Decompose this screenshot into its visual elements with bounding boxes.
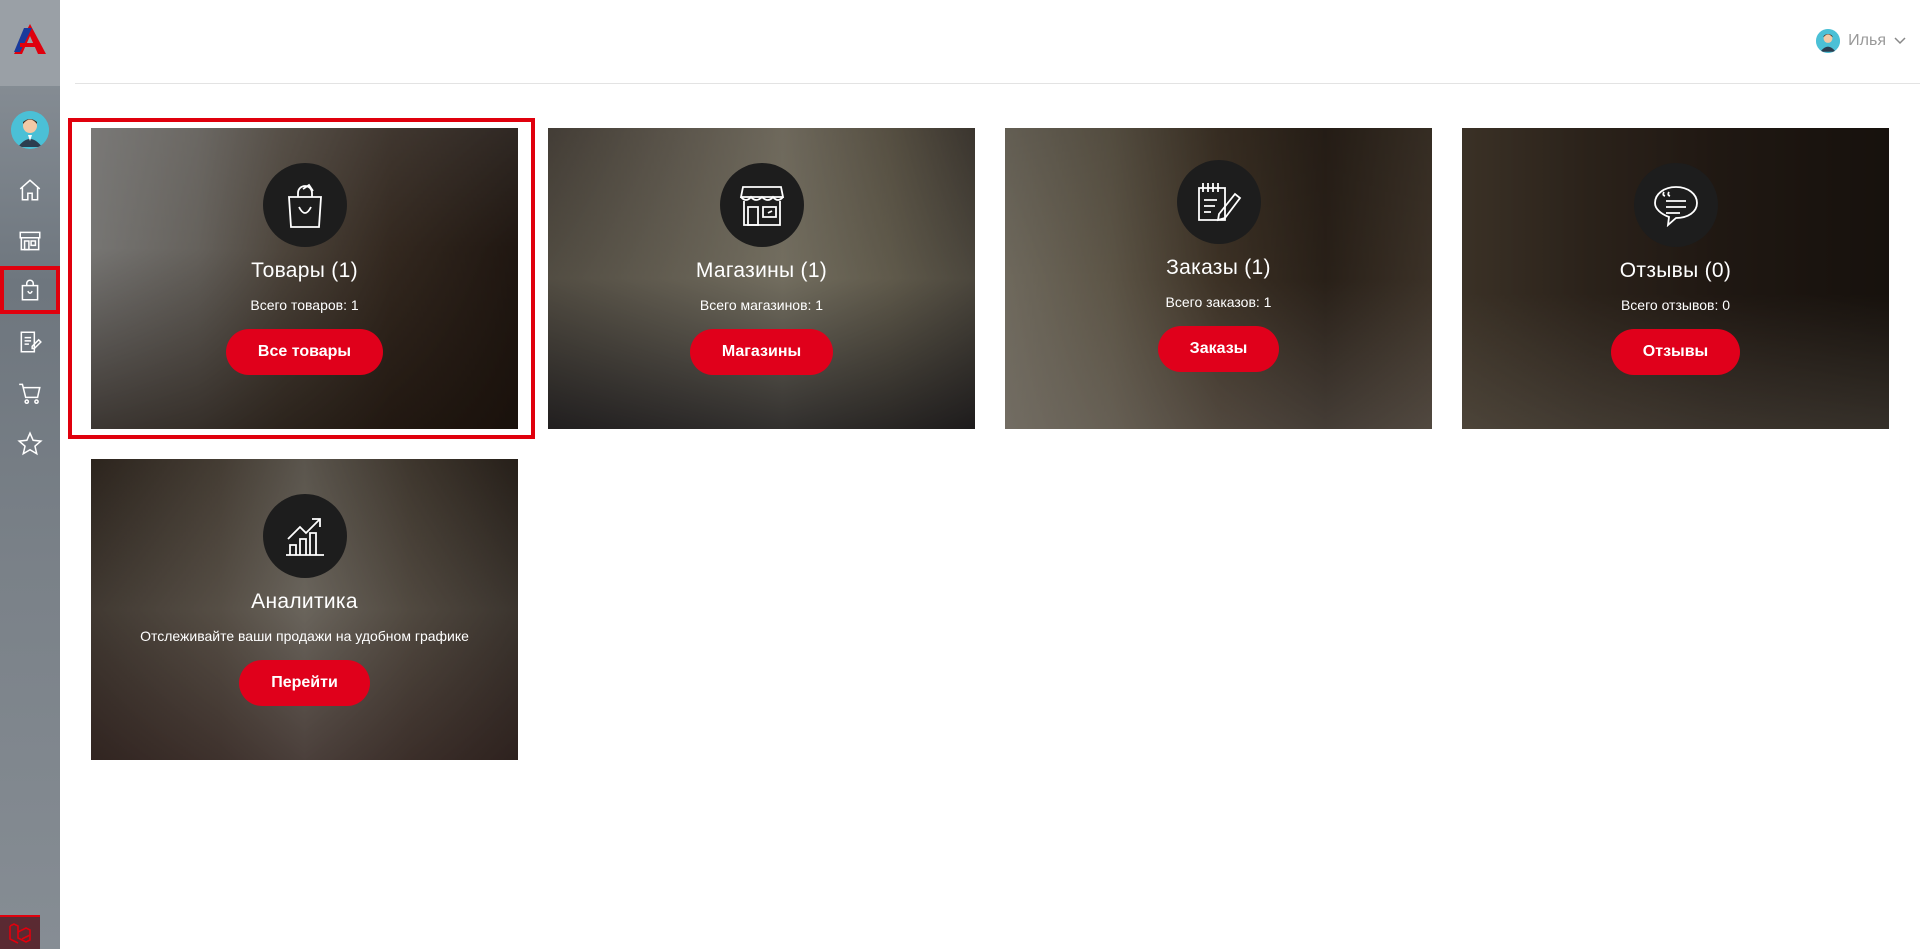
home-icon <box>19 179 41 201</box>
cart-icon <box>19 383 41 405</box>
card-products: Товары (1) Всего товаров: 1 Все товары <box>91 128 518 429</box>
card-title: Заказы (1) <box>1166 256 1271 279</box>
card-subtitle: Всего отзывов: 0 <box>1620 297 1731 313</box>
chevron-down-icon <box>1894 37 1906 45</box>
card-orders: Заказы (1) Всего заказов: 1 Заказы <box>1005 128 1432 429</box>
stores-icon-circle <box>719 163 804 247</box>
top-header: Илья <box>75 0 1920 84</box>
user-menu[interactable]: Илья <box>1816 29 1906 53</box>
chat-bubble-icon <box>1653 186 1698 227</box>
user-name: Илья <box>1848 32 1886 49</box>
card-subtitle: Всего магазинов: 1 <box>699 297 824 313</box>
sidebar <box>0 0 60 949</box>
reviews-button[interactable]: Отзывы <box>1610 329 1741 375</box>
card-title: Отзывы (0) <box>1619 259 1732 282</box>
avatar[interactable] <box>11 111 49 149</box>
framework-logo <box>0 915 40 949</box>
user-avatar <box>1816 29 1841 53</box>
user-avatar-icon <box>1816 29 1841 53</box>
sidebar-item-stores[interactable] <box>0 217 60 265</box>
card-analytics: Аналитика Отслеживайте ваши продажи на у… <box>91 459 518 760</box>
card-title: Магазины (1) <box>695 259 828 282</box>
orders-icon-circle <box>1176 160 1261 244</box>
star-icon <box>17 431 43 456</box>
shopping-bag-icon <box>287 183 322 228</box>
store-icon <box>19 231 41 251</box>
shopping-bag-icon <box>21 279 39 301</box>
order-edit-icon <box>1197 183 1241 222</box>
store-icon <box>739 186 784 226</box>
stores-button[interactable]: Магазины <box>689 329 834 375</box>
edit-note-icon <box>20 331 42 353</box>
card-title: Аналитика <box>251 590 358 613</box>
products-icon-circle <box>262 163 347 247</box>
app-logo[interactable] <box>0 0 60 86</box>
sidebar-item-home[interactable] <box>0 166 60 214</box>
orders-button[interactable]: Заказы <box>1157 326 1280 372</box>
card-stores: Магазины (1) Всего магазинов: 1 Магазины <box>548 128 975 429</box>
logo-icon <box>14 24 46 54</box>
go-analytics-button[interactable]: Перейти <box>239 660 370 706</box>
user-avatar-icon <box>11 111 49 149</box>
reviews-icon-circle <box>1633 163 1718 247</box>
chart-growth-icon <box>285 518 324 556</box>
card-subtitle: Всего заказов: 1 <box>1165 294 1272 310</box>
card-title: Товары (1) <box>251 259 358 282</box>
laravel-icon <box>9 923 31 944</box>
all-products-button[interactable]: Все товары <box>225 329 384 375</box>
sidebar-item-products[interactable] <box>0 266 60 314</box>
card-reviews: Отзывы (0) Всего отзывов: 0 Отзывы <box>1462 128 1889 429</box>
sidebar-item-orders[interactable] <box>0 318 60 366</box>
card-subtitle: Всего товаров: 1 <box>250 297 359 313</box>
sidebar-item-reviews[interactable] <box>0 420 60 468</box>
card-subtitle: Отслеживайте ваши продажи на удобном гра… <box>140 628 469 644</box>
analytics-icon-circle <box>262 494 347 578</box>
sidebar-item-cart[interactable] <box>0 369 60 417</box>
